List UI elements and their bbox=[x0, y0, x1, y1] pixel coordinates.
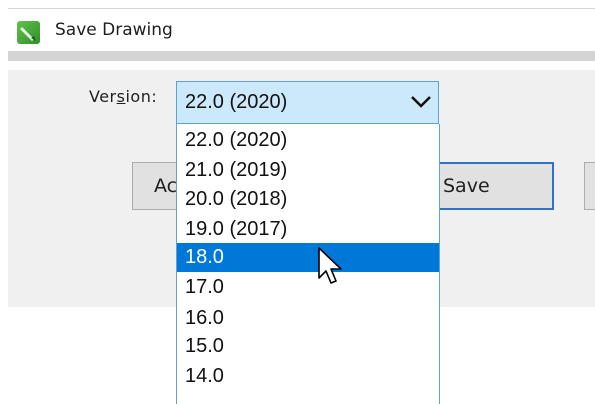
version-option[interactable]: 20.0 (2018) bbox=[177, 185, 439, 214]
version-dropdown-list[interactable]: 22.0 (2020) 21.0 (2019) 20.0 (2018) 19.0… bbox=[176, 124, 440, 404]
title-bar: Save Drawing bbox=[8, 8, 595, 51]
version-option[interactable]: 21.0 (2019) bbox=[177, 156, 439, 185]
chevron-down-icon bbox=[411, 96, 431, 108]
version-option[interactable]: 14.0 bbox=[177, 362, 439, 391]
version-label: Version: bbox=[89, 87, 158, 106]
version-select[interactable]: 22.0 (2020) bbox=[176, 81, 439, 124]
mouse-pointer-icon bbox=[318, 247, 342, 284]
coreldraw-app-icon bbox=[17, 21, 40, 44]
advanced-button-label: Ac bbox=[154, 175, 178, 197]
save-button[interactable]: Save bbox=[420, 162, 554, 210]
window-title: Save Drawing bbox=[55, 20, 173, 40]
cancel-button[interactable] bbox=[584, 162, 595, 210]
save-button-label: Save bbox=[443, 175, 490, 197]
version-option-selected[interactable]: 18.0 bbox=[177, 243, 439, 272]
version-select-value: 22.0 (2020) bbox=[185, 91, 288, 113]
version-option[interactable]: 17.0 bbox=[177, 273, 439, 302]
version-option[interactable]: 15.0 bbox=[177, 332, 439, 361]
version-option[interactable]: 22.0 (2020) bbox=[177, 126, 439, 155]
version-option[interactable]: 16.0 bbox=[177, 304, 439, 333]
title-separator bbox=[8, 51, 595, 61]
version-option[interactable]: 19.0 (2017) bbox=[177, 215, 439, 244]
